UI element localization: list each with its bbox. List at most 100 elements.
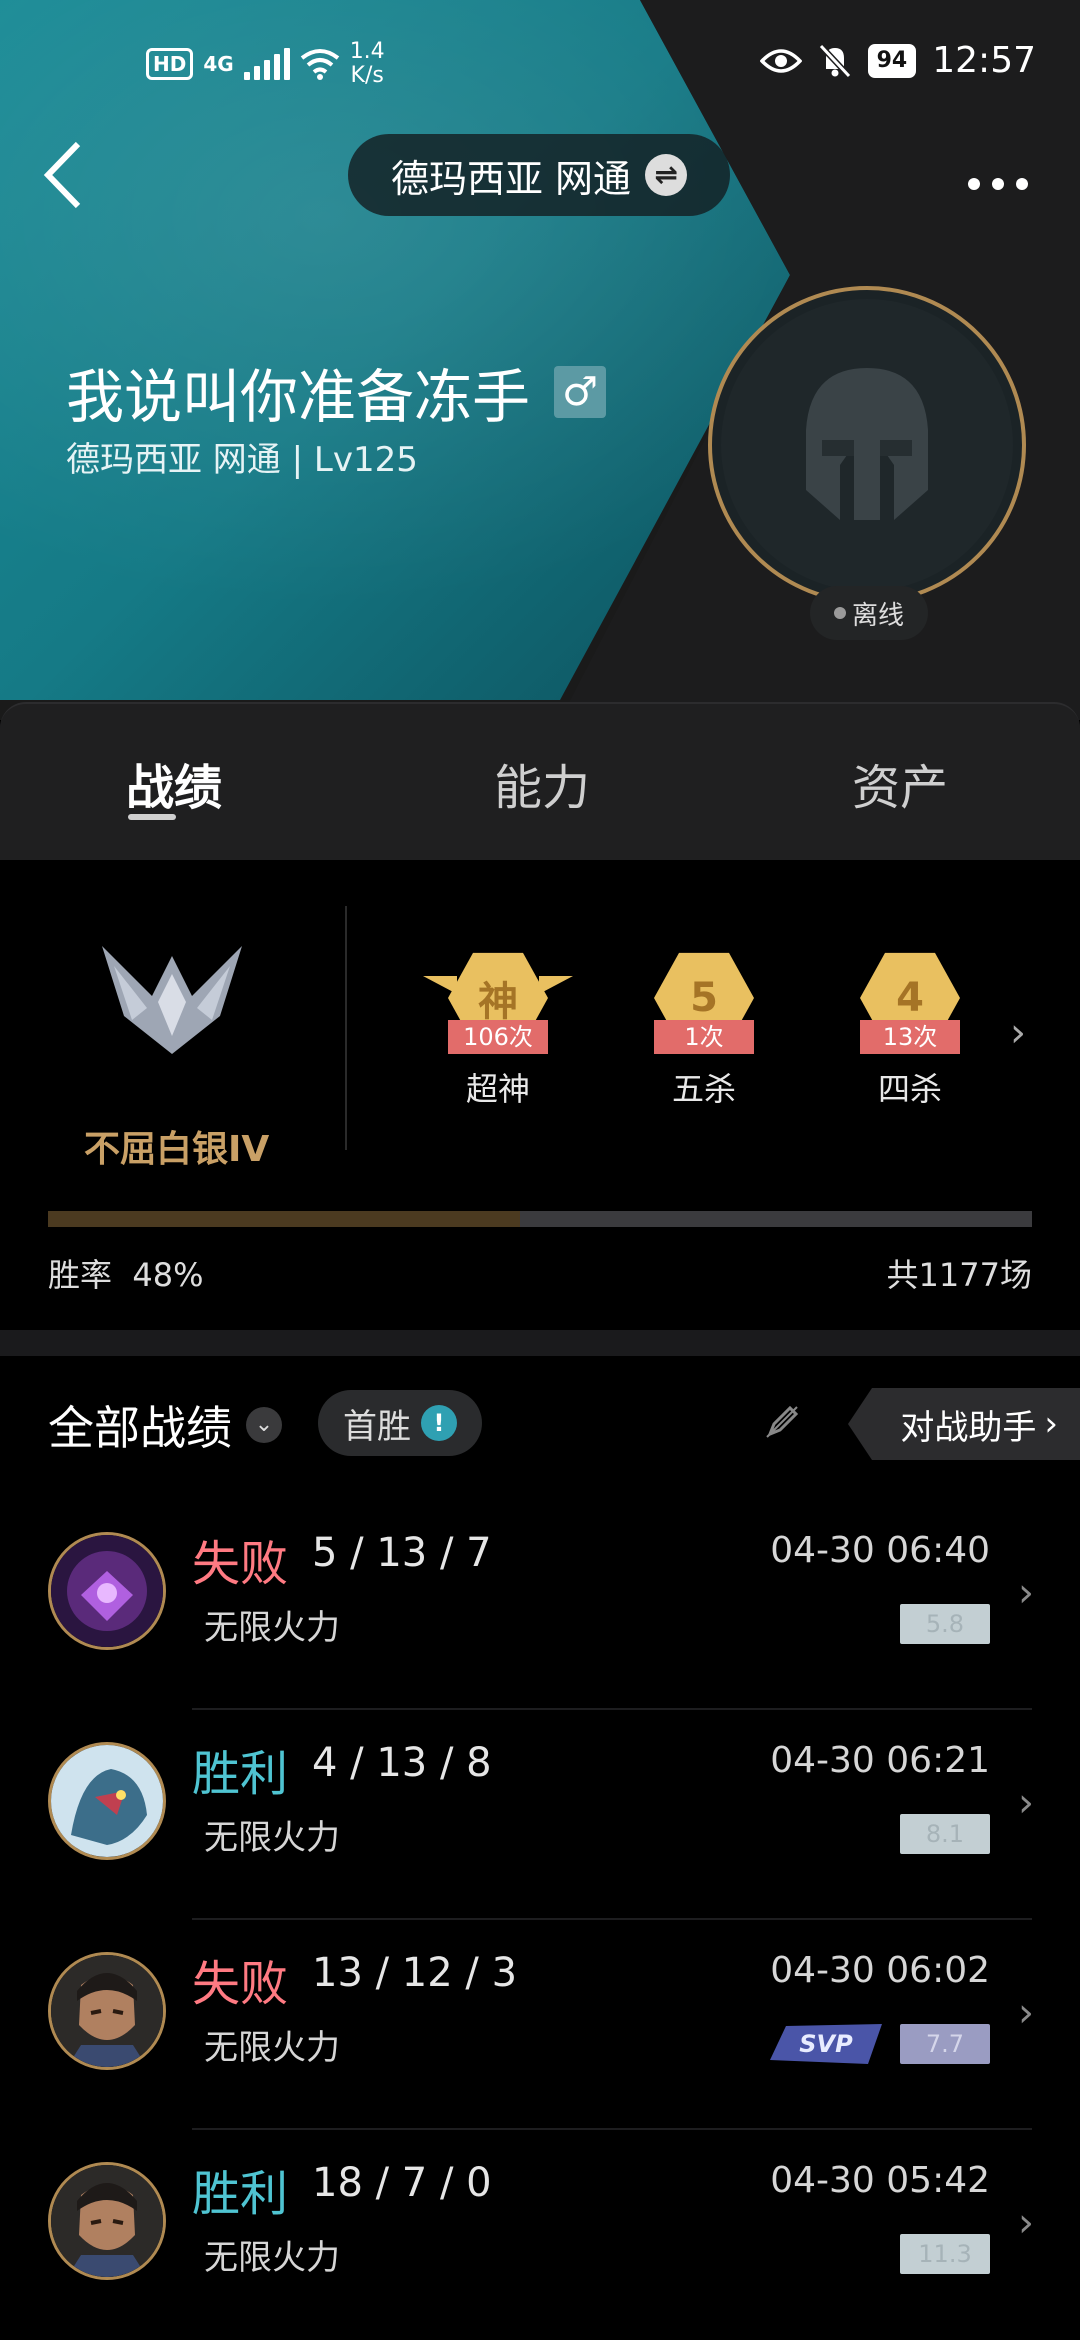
server-name: 德玛西亚 网通 — [390, 156, 632, 201]
match-kda: 18 / 7 / 0 — [312, 2160, 492, 2206]
match-mode: 无限火力 — [204, 2238, 340, 2278]
profile-tabs: 战绩 能力 资产 — [0, 702, 1080, 862]
penta-kill-badge[interactable]: 5 1次 五杀 — [634, 950, 774, 1110]
match-result: 胜利 — [192, 1746, 289, 1802]
online-status-badge: 离线 — [810, 586, 928, 640]
more-dots-icon — [968, 178, 1028, 190]
speed-value: 1.4 — [349, 39, 385, 64]
battle-assistant-label: 对战助手 — [900, 1407, 1037, 1448]
badge-label: 四杀 — [877, 1070, 942, 1108]
match-kda: 13 / 12 / 3 — [312, 1950, 518, 1996]
win-rate: 胜率 48% — [48, 1250, 203, 1296]
more-options-button[interactable] — [966, 150, 1030, 200]
chevron-right-icon: › — [1018, 2200, 1034, 2246]
match-mode: 无限火力 — [204, 1608, 340, 1648]
chevron-down-icon: ⌄ — [246, 1407, 282, 1443]
battle-assistant-button[interactable]: 对战助手 › — [848, 1388, 1080, 1460]
champion-avatar — [48, 1742, 166, 1860]
signal-icon — [243, 48, 290, 80]
server-switch-button[interactable]: 德玛西亚 网通 ⇌ — [348, 134, 730, 216]
swap-icon: ⇌ — [645, 154, 688, 196]
chevron-right-icon: › — [1018, 1780, 1034, 1826]
quadra-kill-badge[interactable]: 4 13次 四杀 — [840, 950, 980, 1110]
win-rate-value: 48% — [132, 1256, 204, 1294]
offline-dot-icon — [833, 607, 846, 619]
tab-record[interactable]: 战绩 — [126, 748, 222, 818]
tab-ability[interactable]: 能力 — [494, 748, 590, 818]
helmet-icon — [806, 368, 928, 520]
status-left: HD 4G 1.4 K/s — [146, 40, 385, 88]
speed-unit: K/s — [350, 63, 384, 88]
match-time: 04-30 05:42 — [770, 2160, 990, 2201]
match-score: 11.3 — [900, 2234, 990, 2274]
clock: 12:57 — [932, 40, 1036, 81]
match-result: 胜利 — [192, 2166, 289, 2222]
profile-hero: HD 4G 1.4 K/s 94 12:57 德玛西亚 网通 ⇌ 我说叫你准备冻… — [0, 0, 1080, 720]
match-result: 失败 — [192, 1956, 289, 2012]
network-type: 4G — [203, 52, 234, 76]
svp-label: SVP — [799, 2030, 853, 2058]
info-icon: ! — [421, 1405, 457, 1441]
section-separator — [0, 1330, 1080, 1356]
active-tab-indicator — [128, 814, 176, 820]
badge-label: 超神 — [465, 1070, 530, 1108]
mute-bell-icon — [818, 43, 851, 78]
player-server-level: 德玛西亚 网通 | Lv125 — [66, 440, 418, 480]
status-right: 94 12:57 — [759, 40, 1036, 81]
champion-avatar — [48, 1952, 166, 2070]
match-time: 04-30 06:02 — [770, 1950, 990, 1991]
match-score: 8.1 — [900, 1814, 990, 1854]
badge-count: 106次 — [448, 1020, 548, 1054]
match-score: 7.7 — [900, 2024, 990, 2064]
total-games: 共1177场 — [886, 1256, 1032, 1294]
avatar-placeholder — [721, 299, 1013, 591]
avatar[interactable] — [708, 286, 1026, 604]
match-filter-dropdown[interactable]: 全部战绩 ⌄ — [48, 1392, 282, 1458]
champion-avatar — [48, 2162, 166, 2280]
match-time: 04-30 06:40 — [770, 1530, 990, 1571]
hd-badge: HD — [146, 48, 194, 80]
first-win-button[interactable]: 首胜 ! — [318, 1390, 482, 1456]
wifi-icon — [300, 49, 339, 80]
champion-avatar — [48, 1532, 166, 1650]
win-rate-bar — [48, 1211, 1032, 1227]
badge-count: 13次 — [860, 1020, 960, 1054]
badge-label: 五杀 — [671, 1070, 736, 1108]
chevron-right-icon: › — [1018, 1990, 1034, 2036]
match-row[interactable]: 胜利 18 / 7 / 0 无限火力 04-30 05:42 11.3 › — [0, 2130, 1080, 2340]
player-name-text: 我说叫你准备冻手 — [66, 363, 531, 431]
first-win-label: 首胜 — [343, 1406, 411, 1447]
match-mode: 无限火力 — [204, 1818, 340, 1858]
battery-icon: 94 — [867, 43, 917, 78]
eye-icon — [759, 48, 802, 73]
player-name: 我说叫你准备冻手 ♂ — [66, 350, 607, 434]
tab-assets[interactable]: 资产 — [852, 748, 948, 818]
silver-rank-emblem-icon — [102, 946, 242, 1054]
network-speed: 1.4 K/s — [350, 40, 385, 88]
summary-divider — [345, 906, 347, 1150]
status-bar: HD 4G 1.4 K/s 94 12:57 — [0, 0, 1080, 130]
male-icon: ♂ — [554, 366, 607, 418]
rank-name: 不屈白银IV — [84, 1129, 270, 1170]
match-row[interactable]: 胜利 4 / 13 / 8 无限火力 04-30 06:21 8.1 › — [0, 1710, 1080, 1920]
match-kda: 4 / 13 / 8 — [312, 1740, 492, 1786]
badges-more-chevron-icon[interactable]: › — [1010, 1010, 1026, 1056]
badge-count: 1次 — [654, 1020, 754, 1054]
back-chevron-icon — [43, 141, 81, 209]
match-result: 失败 — [192, 1536, 289, 1592]
chevron-right-icon: › — [1018, 1570, 1034, 1616]
chevron-right-icon: › — [1044, 1404, 1058, 1444]
edit-pen-icon[interactable] — [764, 1404, 800, 1449]
match-list-title: 全部战绩 — [48, 1401, 232, 1455]
online-status-text: 离线 — [851, 600, 904, 631]
match-mode: 无限火力 — [204, 2028, 340, 2068]
match-time: 04-30 06:21 — [770, 1740, 990, 1781]
match-score: 5.8 — [900, 1604, 990, 1644]
back-button[interactable] — [40, 140, 100, 210]
godlike-badge[interactable]: 神 106次 超神 — [423, 950, 573, 1110]
match-kda: 5 / 13 / 7 — [312, 1530, 492, 1576]
win-rate-fill — [48, 1211, 521, 1227]
match-row[interactable]: 失败 5 / 13 / 7 无限火力 04-30 06:40 5.8 › — [0, 1500, 1080, 1710]
match-row[interactable]: 失败 13 / 12 / 3 无限火力 04-30 06:02 SVP 7.7 … — [0, 1920, 1080, 2130]
win-rate-label: 胜率 — [48, 1256, 113, 1294]
